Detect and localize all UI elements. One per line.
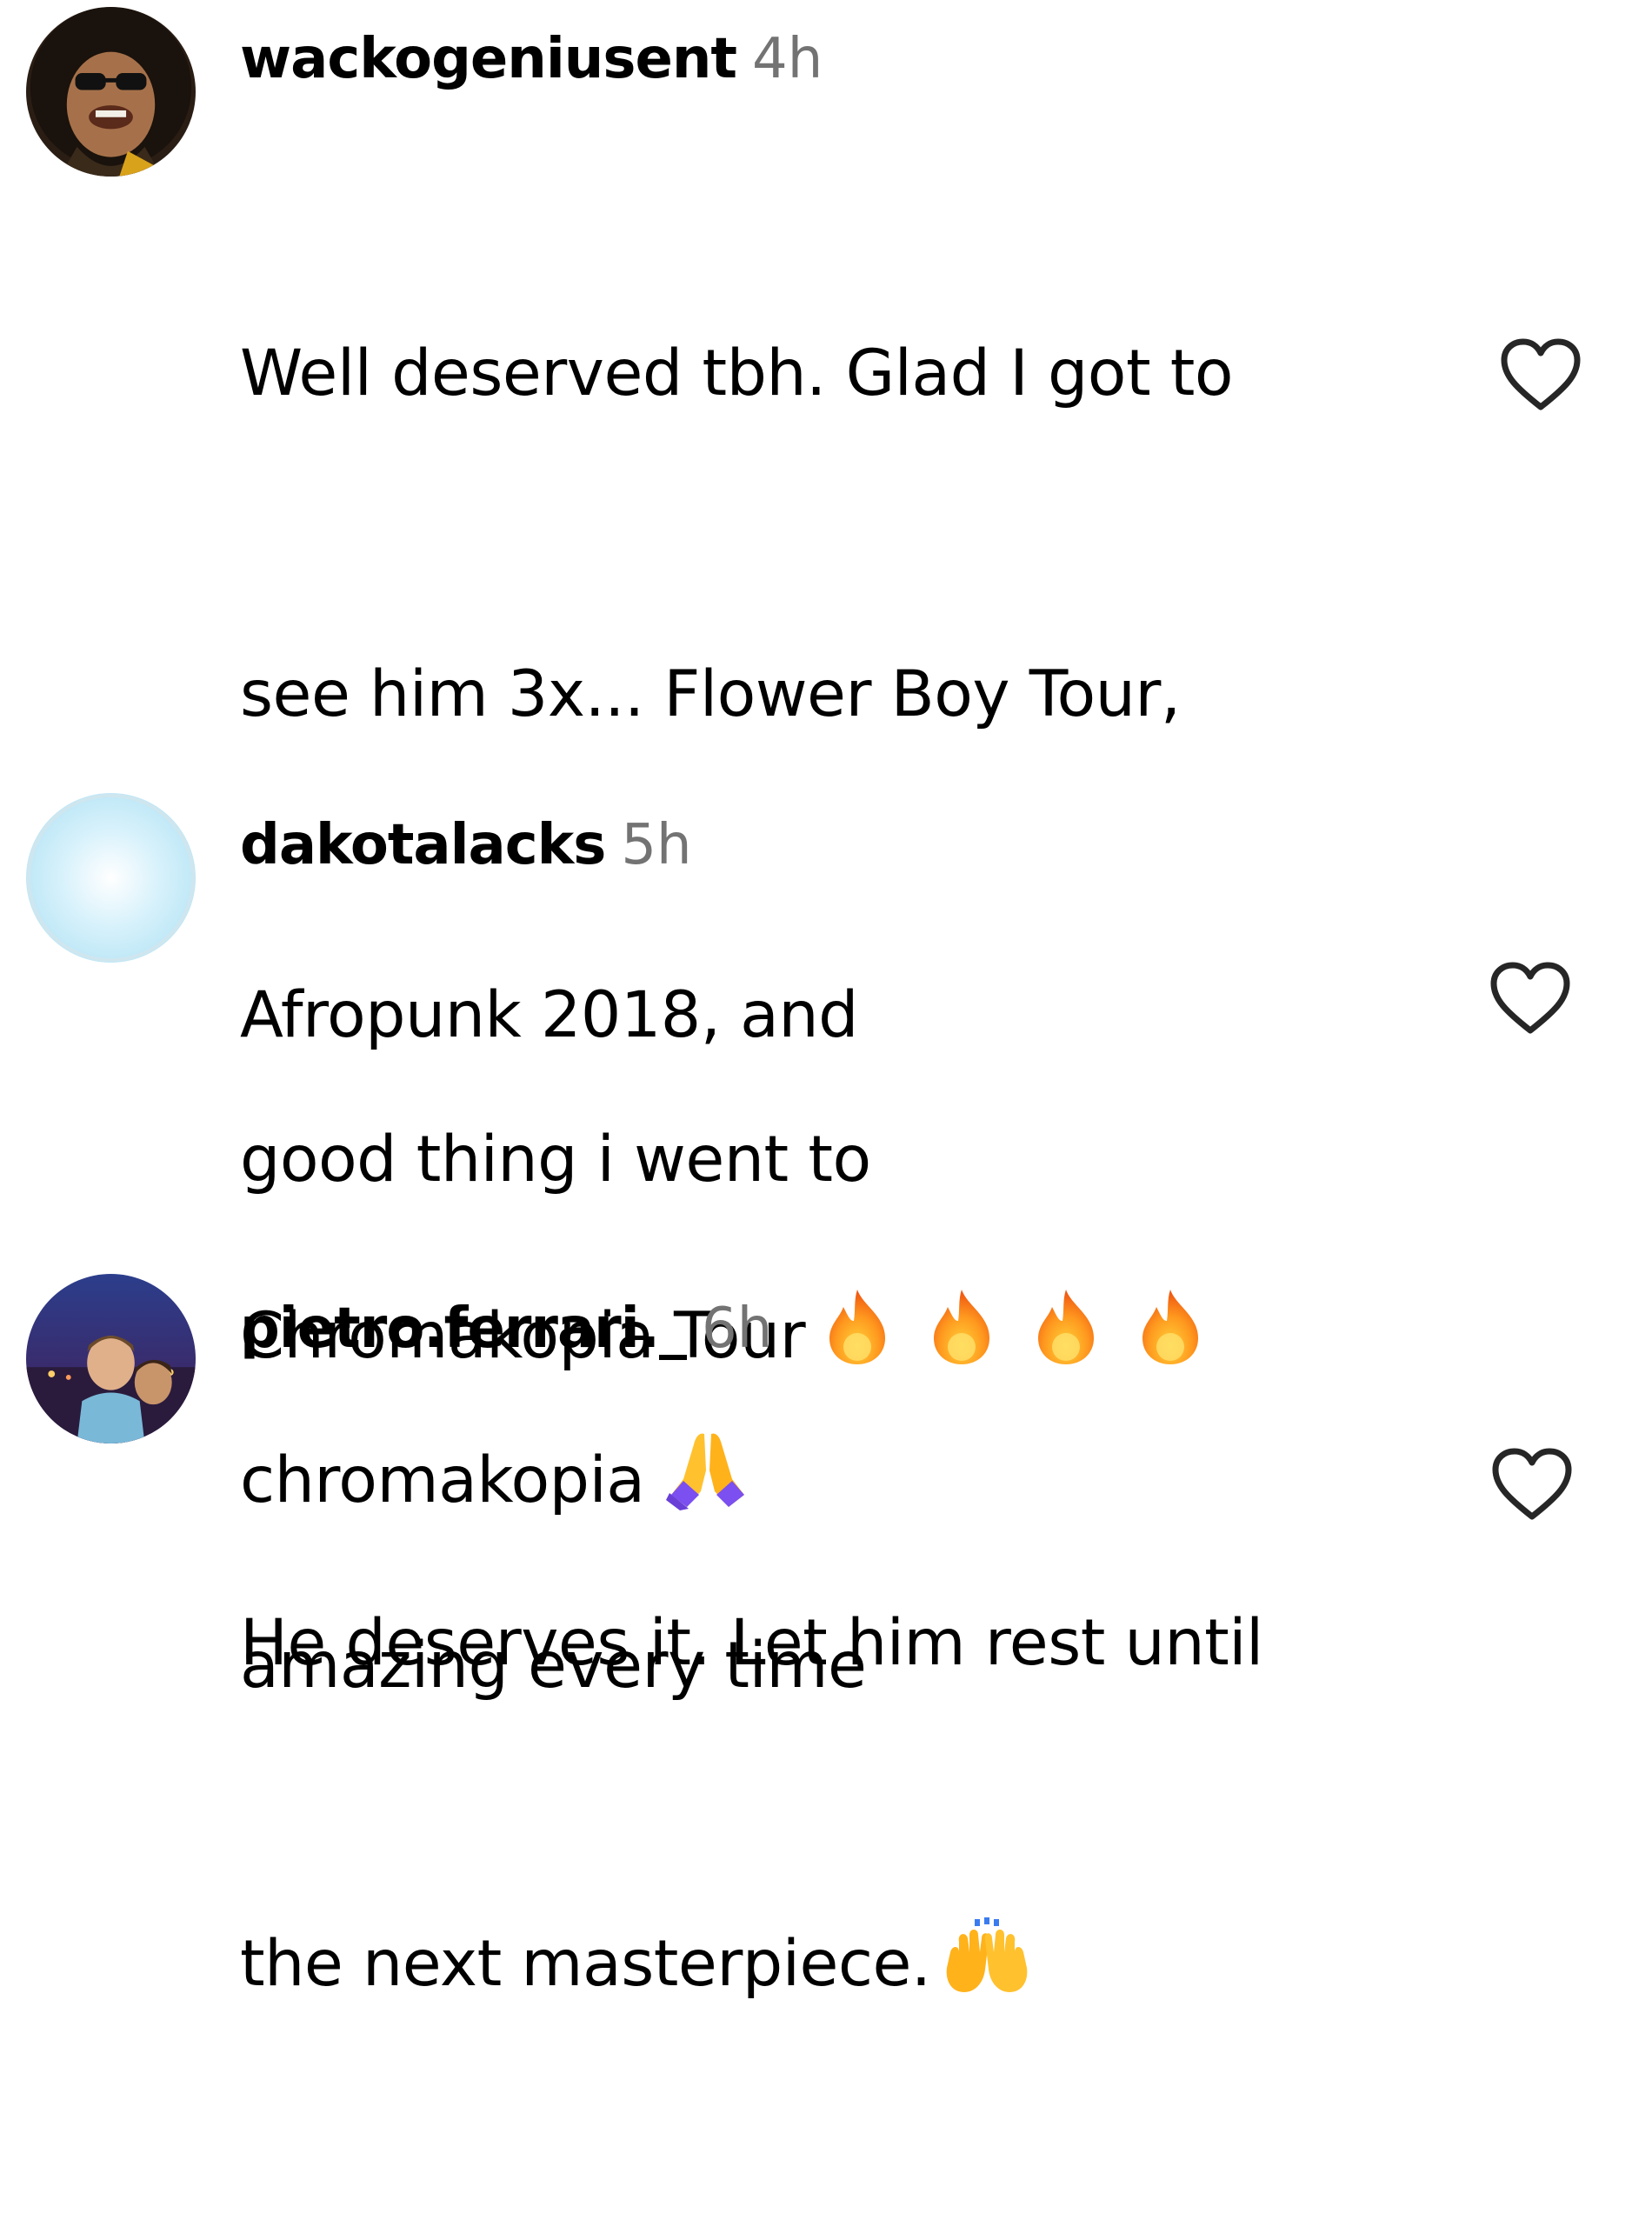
avatar[interactable] [26,793,196,963]
avatar[interactable] [26,1274,196,1443]
comment-username[interactable]: pietro.ferrari._ [240,1297,687,1361]
comment-username[interactable]: wackogeniusent [240,27,737,91]
comment-timestamp: 6h [701,1297,773,1361]
like-button[interactable] [1499,337,1582,412]
comment-username[interactable]: dakotalacks [240,813,606,877]
comment-line: see him 3x... Flower Boy Tour, [240,657,1181,731]
heart-outline-icon [1501,338,1581,410]
comment-line-with-emoji: the next masterpiece. [240,1910,1483,2026]
comment-line: Well deserved tbh. Glad I got to [240,337,1234,410]
like-button[interactable] [1490,1447,1574,1522]
comment-text: He deserves it. Let him rest until the n… [240,1376,1483,2240]
comment-timestamp: 5h [621,813,692,877]
comment-timestamp: 4h [752,27,823,91]
comment-line: good thing i went to [240,1123,871,1197]
avatar[interactable] [26,7,196,177]
heart-outline-icon [1490,962,1570,1034]
raising-hands-emoji-icon [940,1917,1034,2026]
comment-line: He deserves it. Let him rest until [240,1606,1263,1680]
heart-outline-icon [1492,1448,1572,1520]
like-button[interactable] [1489,961,1572,1036]
comment-line: the next masterpiece. [240,1927,931,2001]
